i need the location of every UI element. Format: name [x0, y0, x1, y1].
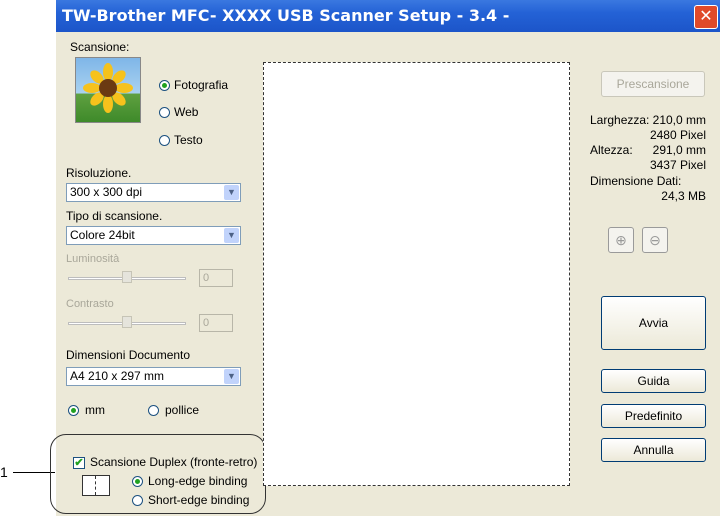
duplex-checkbox[interactable]: ✔ — [73, 457, 85, 469]
option-testo-label: Testo — [174, 133, 203, 147]
radio-fotografia[interactable] — [159, 80, 170, 91]
brightness-value[interactable]: 0 — [199, 269, 233, 287]
help-button[interactable]: Guida — [601, 369, 706, 393]
width-pixels: 2480 Pixel — [649, 128, 706, 142]
start-button[interactable]: Avvia — [601, 296, 706, 350]
contrast-slider-thumb[interactable] — [122, 316, 132, 328]
chevron-down-icon[interactable]: ▼ — [224, 228, 239, 243]
height-label: Altezza: — [590, 143, 633, 157]
chevron-down-icon[interactable]: ▼ — [224, 185, 239, 200]
scan-type-select[interactable]: Colore 24bit ▼ — [66, 226, 241, 245]
radio-web[interactable] — [159, 107, 170, 118]
short-edge-label: Short-edge binding — [148, 493, 250, 507]
radio-mm[interactable] — [68, 405, 79, 416]
height-mm: 291,0 mm — [652, 143, 706, 157]
zoom-in-icon[interactable]: ⊕ — [608, 227, 634, 253]
resolution-value: 300 x 300 dpi — [70, 185, 143, 199]
scanner-setup-window: TW-Brother MFC- XXXX USB Scanner Setup -… — [50, 0, 720, 516]
preview-area[interactable] — [263, 62, 570, 486]
unit-pollice-label: pollice — [165, 403, 200, 417]
contrast-value[interactable]: 0 — [199, 314, 233, 332]
radio-long-edge[interactable] — [132, 476, 143, 487]
data-size-value: 24,3 MB — [661, 189, 706, 203]
width-mm: 210,0 mm — [652, 113, 706, 127]
doc-size-value: A4 210 x 297 mm — [70, 369, 165, 383]
radio-pollice[interactable] — [148, 405, 159, 416]
brightness-slider-thumb[interactable] — [122, 271, 132, 283]
resolution-label: Risoluzione. — [66, 166, 132, 180]
chevron-down-icon[interactable]: ▼ — [224, 369, 239, 384]
binding-icon — [82, 475, 110, 496]
sunflower-icon — [75, 57, 141, 123]
brightness-label: Luminosità — [66, 253, 120, 265]
radio-short-edge[interactable] — [132, 495, 143, 506]
width-label: Larghezza: — [590, 113, 650, 127]
callout-number: 1 — [0, 464, 8, 480]
doc-size-select[interactable]: A4 210 x 297 mm ▼ — [66, 367, 241, 386]
long-edge-label: Long-edge binding — [148, 474, 248, 488]
default-button[interactable]: Predefinito — [601, 404, 706, 428]
scan-type-value: Colore 24bit — [70, 228, 135, 242]
resolution-select[interactable]: 300 x 300 dpi ▼ — [66, 183, 241, 202]
duplex-label: Scansione Duplex (fronte-retro) — [90, 455, 258, 469]
radio-testo[interactable] — [159, 135, 170, 146]
contrast-label: Contrasto — [66, 298, 114, 310]
close-icon[interactable]: ✕ — [694, 5, 718, 29]
unit-mm-label: mm — [85, 403, 105, 417]
prescan-button[interactable]: Prescansione — [601, 71, 705, 97]
doc-size-label: Dimensioni Documento — [66, 348, 191, 362]
data-size-label: Dimensione Dati: — [590, 174, 682, 188]
window-title: TW-Brother MFC- XXXX USB Scanner Setup -… — [62, 6, 510, 25]
option-fotografia-label: Fotografia — [174, 78, 229, 92]
option-web-label: Web — [174, 105, 199, 119]
zoom-out-icon[interactable]: ⊖ — [642, 227, 668, 253]
callout-line — [13, 472, 55, 473]
scan-label: Scansione: — [70, 40, 130, 54]
title-bar: TW-Brother MFC- XXXX USB Scanner Setup -… — [56, 0, 720, 32]
scan-type-label: Tipo di scansione. — [66, 209, 163, 223]
height-pixels: 3437 Pixel — [649, 158, 706, 172]
cancel-button[interactable]: Annulla — [601, 438, 706, 462]
